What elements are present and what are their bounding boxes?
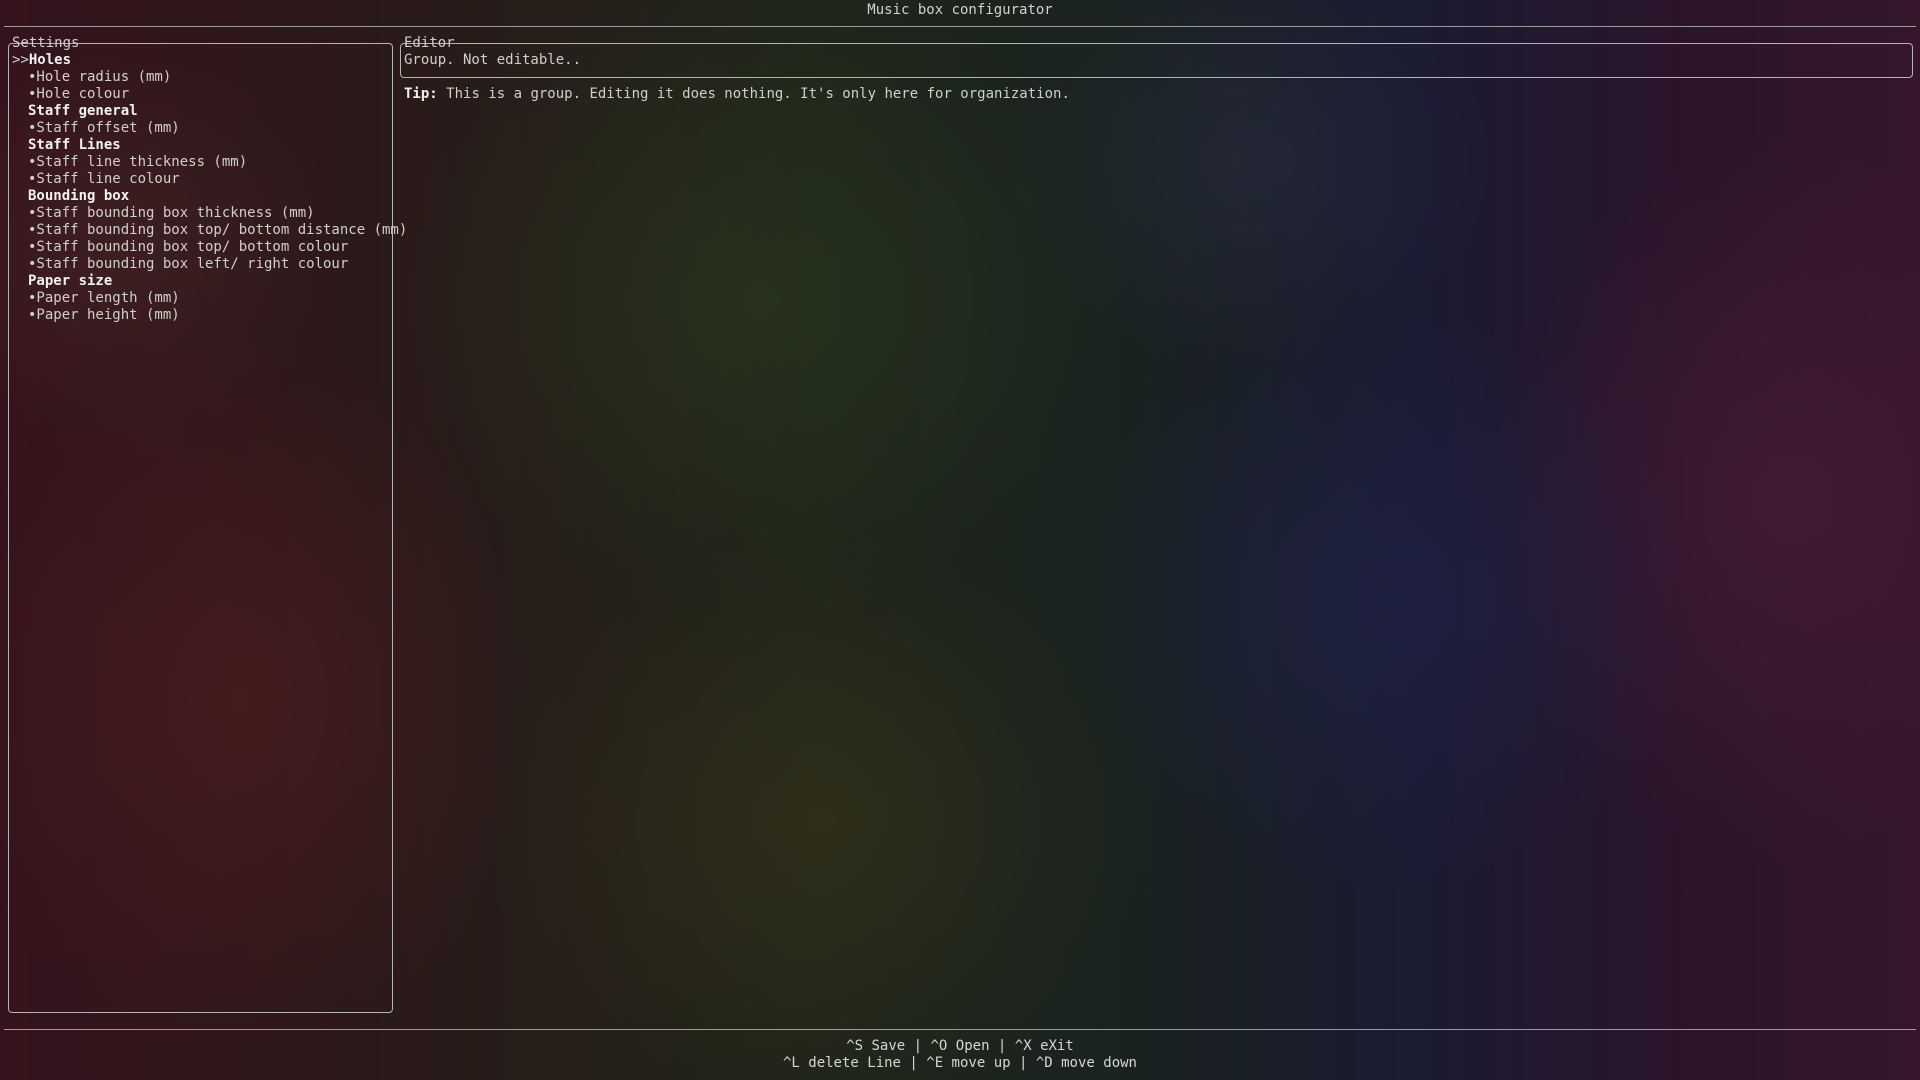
app-title: Music box configurator [867,2,1053,18]
tree-item-hole-colour[interactable]: •Hole colour [12,86,392,103]
selection-caret: >> [12,52,29,68]
tree-group-label: Holes [28,52,72,68]
tree-item-paper-length[interactable]: •Paper length (mm) [12,290,392,307]
tree-item-paper-height[interactable]: •Paper height (mm) [12,307,392,324]
tree-item-bbox-left-right-colour[interactable]: •Staff bounding box left/ right colour [12,256,392,273]
editor-field[interactable]: Group. Not editable.. [404,52,581,69]
tree-group-holes[interactable]: >>Holes [12,52,392,69]
tree-item-hole-radius[interactable]: •Hole radius (mm) [12,69,392,86]
tip-message: This is a group. Editing it does nothing… [446,86,1070,102]
tree-item-staff-line-colour[interactable]: •Staff line colour [12,171,392,188]
tree-item-staff-offset[interactable]: •Staff offset (mm) [12,120,392,137]
tree-item-bbox-top-bottom-colour[interactable]: •Staff bounding box top/ bottom colour [12,239,392,256]
header-divider [4,26,1916,27]
tree-group-bounding-box[interactable]: Bounding box [12,188,392,205]
footer-divider [4,1029,1916,1030]
shortcut-line-2: ^L delete Line | ^E move up | ^D move do… [782,1055,1137,1071]
tip-label: Tip: [404,86,438,102]
tree-group-staff-lines[interactable]: Staff Lines [12,137,392,154]
tip-text: Tip: This is a group. Editing it does no… [404,86,1070,103]
shortcut-line-1: ^S Save | ^O Open | ^X eXit [846,1038,1074,1054]
tree-item-bbox-thickness[interactable]: •Staff bounding box thickness (mm) [12,205,392,222]
tree-group-staff-general[interactable]: Staff general [12,103,392,120]
settings-panel-title: Settings [12,35,80,51]
tree-group-paper-size[interactable]: Paper size [12,273,392,290]
tree-item-bbox-top-bottom-distance[interactable]: •Staff bounding box top/ bottom distance… [12,222,407,239]
editor-panel: Editor [400,35,1913,78]
settings-tree: >>Holes •Hole radius (mm) •Hole colour S… [12,52,407,324]
editor-panel-title: Editor [404,35,455,51]
tree-item-staff-line-thickness[interactable]: •Staff line thickness (mm) [12,154,392,171]
